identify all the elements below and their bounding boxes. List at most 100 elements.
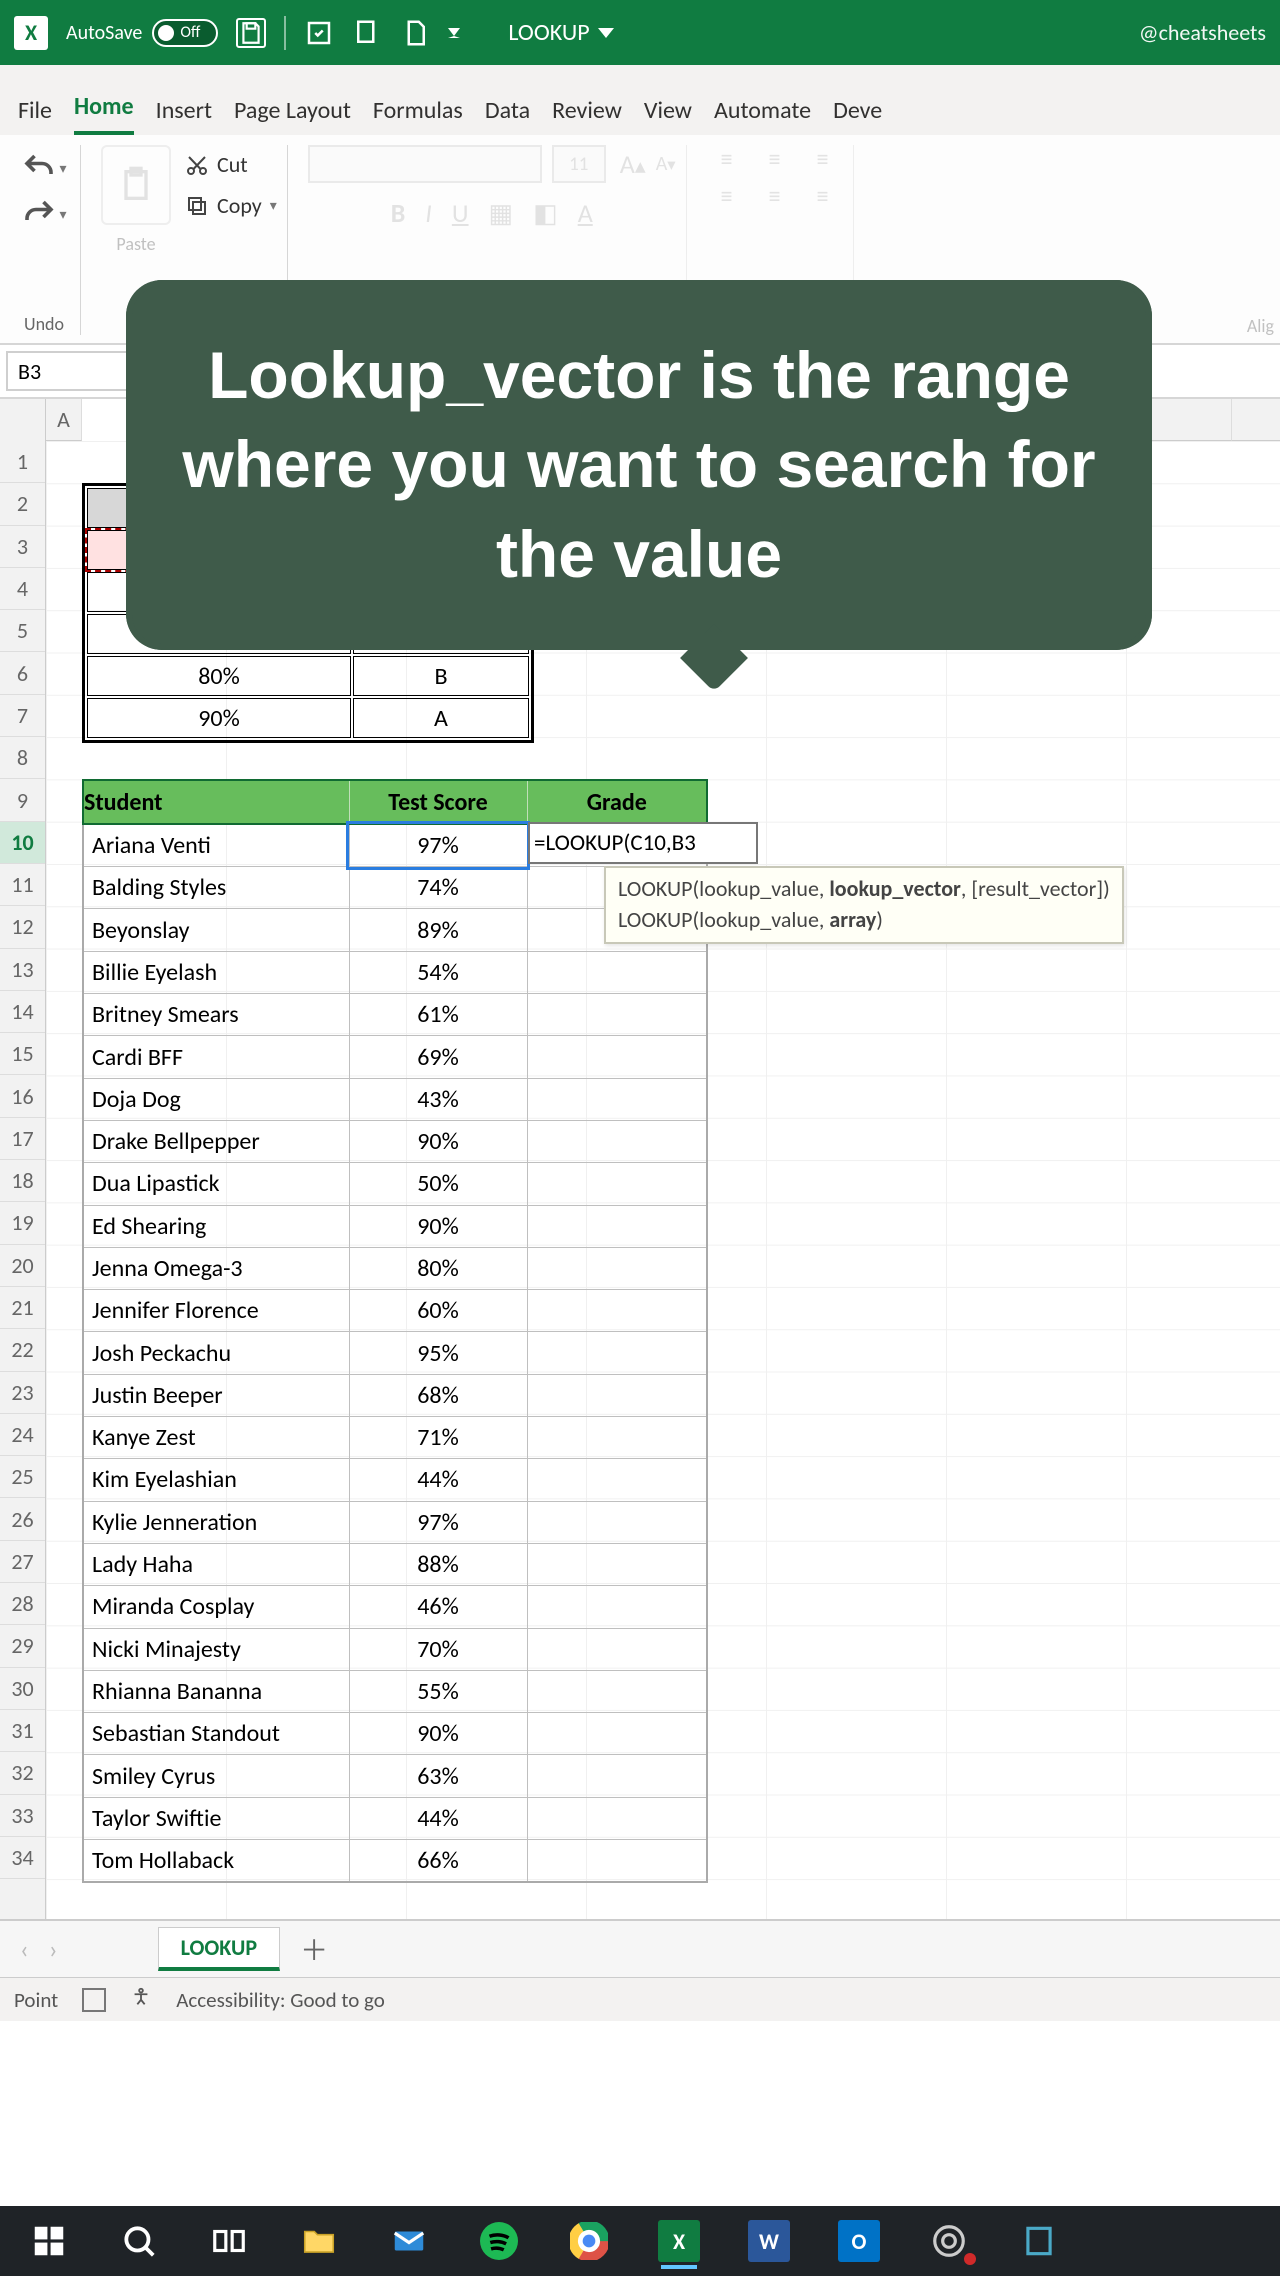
table-row[interactable]: Dua Lipastick50% — [83, 1163, 707, 1205]
student-name-cell[interactable]: Justin Beeper — [83, 1374, 349, 1416]
test-score-cell[interactable]: 61% — [349, 994, 527, 1036]
cut-button[interactable]: Cut — [185, 151, 277, 178]
test-score-cell[interactable]: 80% — [349, 1247, 527, 1289]
grade-cell[interactable] — [527, 1628, 707, 1670]
test-score-cell[interactable]: 74% — [349, 867, 527, 909]
underline-button[interactable]: U — [452, 197, 469, 229]
sheet-tab-active[interactable]: LOOKUP — [158, 1927, 281, 1971]
grade-cell[interactable] — [527, 1586, 707, 1628]
sheet-nav-next[interactable]: › — [49, 1933, 58, 1965]
grade-cell[interactable] — [527, 951, 707, 993]
student-name-cell[interactable]: Smiley Cyrus — [83, 1755, 349, 1797]
student-name-cell[interactable]: Ariana Venti — [83, 824, 349, 866]
test-score-cell[interactable]: 97% — [349, 824, 527, 866]
row-header-19[interactable]: 19 — [0, 1202, 45, 1244]
test-score-cell[interactable]: 69% — [349, 1036, 527, 1078]
table-row[interactable]: Jenna Omega-380% — [83, 1247, 707, 1289]
decrease-font-icon[interactable]: A▾ — [656, 152, 676, 176]
paste-button[interactable] — [101, 145, 171, 225]
row-header-8[interactable]: 8 — [0, 737, 45, 779]
row-header-30[interactable]: 30 — [0, 1668, 45, 1710]
mail-icon[interactable] — [364, 2211, 454, 2271]
test-score-cell[interactable]: 90% — [349, 1713, 527, 1755]
title-dropdown[interactable]: LOOKUP — [508, 18, 613, 47]
cell-C7[interactable]: A — [353, 698, 529, 738]
row-header-7[interactable]: 7 — [0, 695, 45, 737]
fill-color-button[interactable]: ◧ — [533, 197, 558, 229]
tab-automate[interactable]: Automate — [714, 96, 811, 135]
test-score-cell[interactable]: 70% — [349, 1628, 527, 1670]
excel-taskbar-icon[interactable]: X — [634, 2211, 724, 2271]
student-name-cell[interactable]: Taylor Swiftie — [83, 1797, 349, 1839]
student-name-cell[interactable]: Beyonslay — [83, 909, 349, 951]
increase-font-icon[interactable]: A▴ — [620, 148, 646, 180]
student-name-cell[interactable]: Ed Shearing — [83, 1205, 349, 1247]
student-name-cell[interactable]: Dua Lipastick — [83, 1163, 349, 1205]
row-header-21[interactable]: 21 — [0, 1287, 45, 1329]
qat-dropdown-icon[interactable] — [448, 28, 460, 38]
row-header-18[interactable]: 18 — [0, 1160, 45, 1202]
tab-data[interactable]: Data — [485, 96, 530, 135]
italic-button[interactable]: I — [425, 197, 432, 229]
row-header-23[interactable]: 23 — [0, 1372, 45, 1414]
macro-record-icon[interactable] — [82, 1988, 106, 2012]
student-name-cell[interactable]: Nicki Minajesty — [83, 1628, 349, 1670]
table-row[interactable]: Kim Eyelashian44% — [83, 1459, 707, 1501]
table-row[interactable]: Tom Hollaback66% — [83, 1840, 707, 1882]
table-row[interactable]: Britney Smears61% — [83, 994, 707, 1036]
font-size-select[interactable]: 11 — [552, 145, 606, 183]
test-score-cell[interactable]: 90% — [349, 1120, 527, 1162]
qat-icon-1[interactable] — [304, 18, 334, 48]
row-header-16[interactable]: 16 — [0, 1075, 45, 1117]
cell-C6[interactable]: B — [353, 656, 529, 696]
student-name-cell[interactable]: Jenna Omega-3 — [83, 1247, 349, 1289]
grade-cell[interactable] — [527, 994, 707, 1036]
table-row[interactable]: Miranda Cosplay46% — [83, 1586, 707, 1628]
row-header-32[interactable]: 32 — [0, 1752, 45, 1794]
align-top-icon[interactable]: ≡ — [707, 145, 747, 174]
grade-cell[interactable] — [527, 1670, 707, 1712]
test-score-cell[interactable]: 71% — [349, 1417, 527, 1459]
grade-cell[interactable] — [527, 1501, 707, 1543]
grade-cell[interactable] — [527, 1332, 707, 1374]
row-header-5[interactable]: 5 — [0, 610, 45, 652]
tab-formulas[interactable]: Formulas — [373, 96, 463, 135]
copy-button[interactable]: Copy ▾ — [185, 192, 277, 219]
row-header-34[interactable]: 34 — [0, 1837, 45, 1879]
row-header-24[interactable]: 24 — [0, 1414, 45, 1456]
tab-file[interactable]: File — [18, 96, 52, 135]
table-row[interactable]: Justin Beeper68% — [83, 1374, 707, 1416]
accessibility-icon[interactable] — [130, 1986, 152, 2014]
cell-B6[interactable]: 80% — [87, 656, 351, 696]
tab-developer[interactable]: Deve — [833, 96, 882, 135]
grade-cell[interactable] — [527, 1374, 707, 1416]
table-row[interactable]: Jennifer Florence60% — [83, 1290, 707, 1332]
table-row[interactable]: Taylor Swiftie44% — [83, 1797, 707, 1839]
font-name-select[interactable] — [308, 145, 542, 183]
grade-cell[interactable] — [527, 1459, 707, 1501]
toggle-switch[interactable]: Off — [152, 19, 218, 47]
test-score-cell[interactable]: 90% — [349, 1205, 527, 1247]
test-score-cell[interactable]: 68% — [349, 1374, 527, 1416]
student-name-cell[interactable]: Doja Dog — [83, 1078, 349, 1120]
test-score-cell[interactable]: 89% — [349, 909, 527, 951]
row-header-27[interactable]: 27 — [0, 1541, 45, 1583]
align-center-icon[interactable]: ≡ — [755, 182, 795, 211]
students-table[interactable]: Student Test Score Grade Ariana Venti97%… — [82, 779, 708, 1882]
grade-cell[interactable] — [527, 1840, 707, 1882]
test-score-cell[interactable]: 55% — [349, 1670, 527, 1712]
test-score-cell[interactable]: 63% — [349, 1755, 527, 1797]
col-A[interactable]: A — [46, 399, 82, 441]
table-row[interactable]: Josh Peckachu95% — [83, 1332, 707, 1374]
new-file-icon[interactable] — [400, 18, 430, 48]
save-icon[interactable] — [236, 18, 266, 48]
test-score-cell[interactable]: 43% — [349, 1078, 527, 1120]
start-button[interactable] — [4, 2211, 94, 2271]
grade-cell[interactable] — [527, 1163, 707, 1205]
student-name-cell[interactable]: Tom Hollaback — [83, 1840, 349, 1882]
table-row[interactable]: Nicki Minajesty70% — [83, 1628, 707, 1670]
row-header-3[interactable]: 3 — [0, 526, 45, 568]
test-score-cell[interactable]: 44% — [349, 1797, 527, 1839]
row-header-14[interactable]: 14 — [0, 991, 45, 1033]
row-header-13[interactable]: 13 — [0, 949, 45, 991]
